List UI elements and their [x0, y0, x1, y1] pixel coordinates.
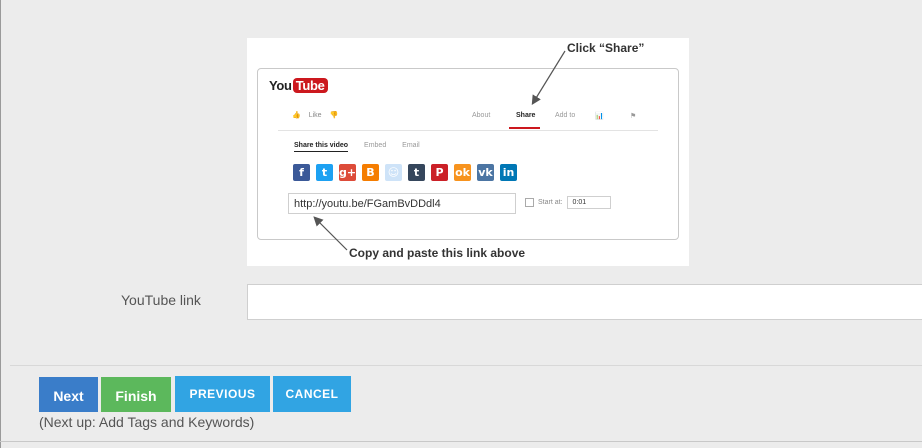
next-button[interactable]: Next [39, 377, 98, 412]
bottom-border [0, 441, 922, 442]
left-border [0, 0, 1, 448]
previous-button[interactable]: PREVIOUS [175, 376, 270, 412]
callout-arrows [313, 50, 566, 251]
youtube-link-label: YouTube link [121, 292, 201, 308]
instruction-image: Click “Share” You Tube 👍 Like 👎 About Share… [247, 38, 689, 266]
finish-button[interactable]: Finish [101, 377, 171, 412]
next-up-hint: (Next up: Add Tags and Keywords) [39, 414, 255, 430]
cancel-button[interactable]: CANCEL [273, 376, 351, 412]
youtube-link-input[interactable] [247, 284, 922, 320]
arrow-to-link [313, 216, 348, 251]
form-divider [10, 365, 922, 366]
arrow-to-share [531, 50, 566, 106]
